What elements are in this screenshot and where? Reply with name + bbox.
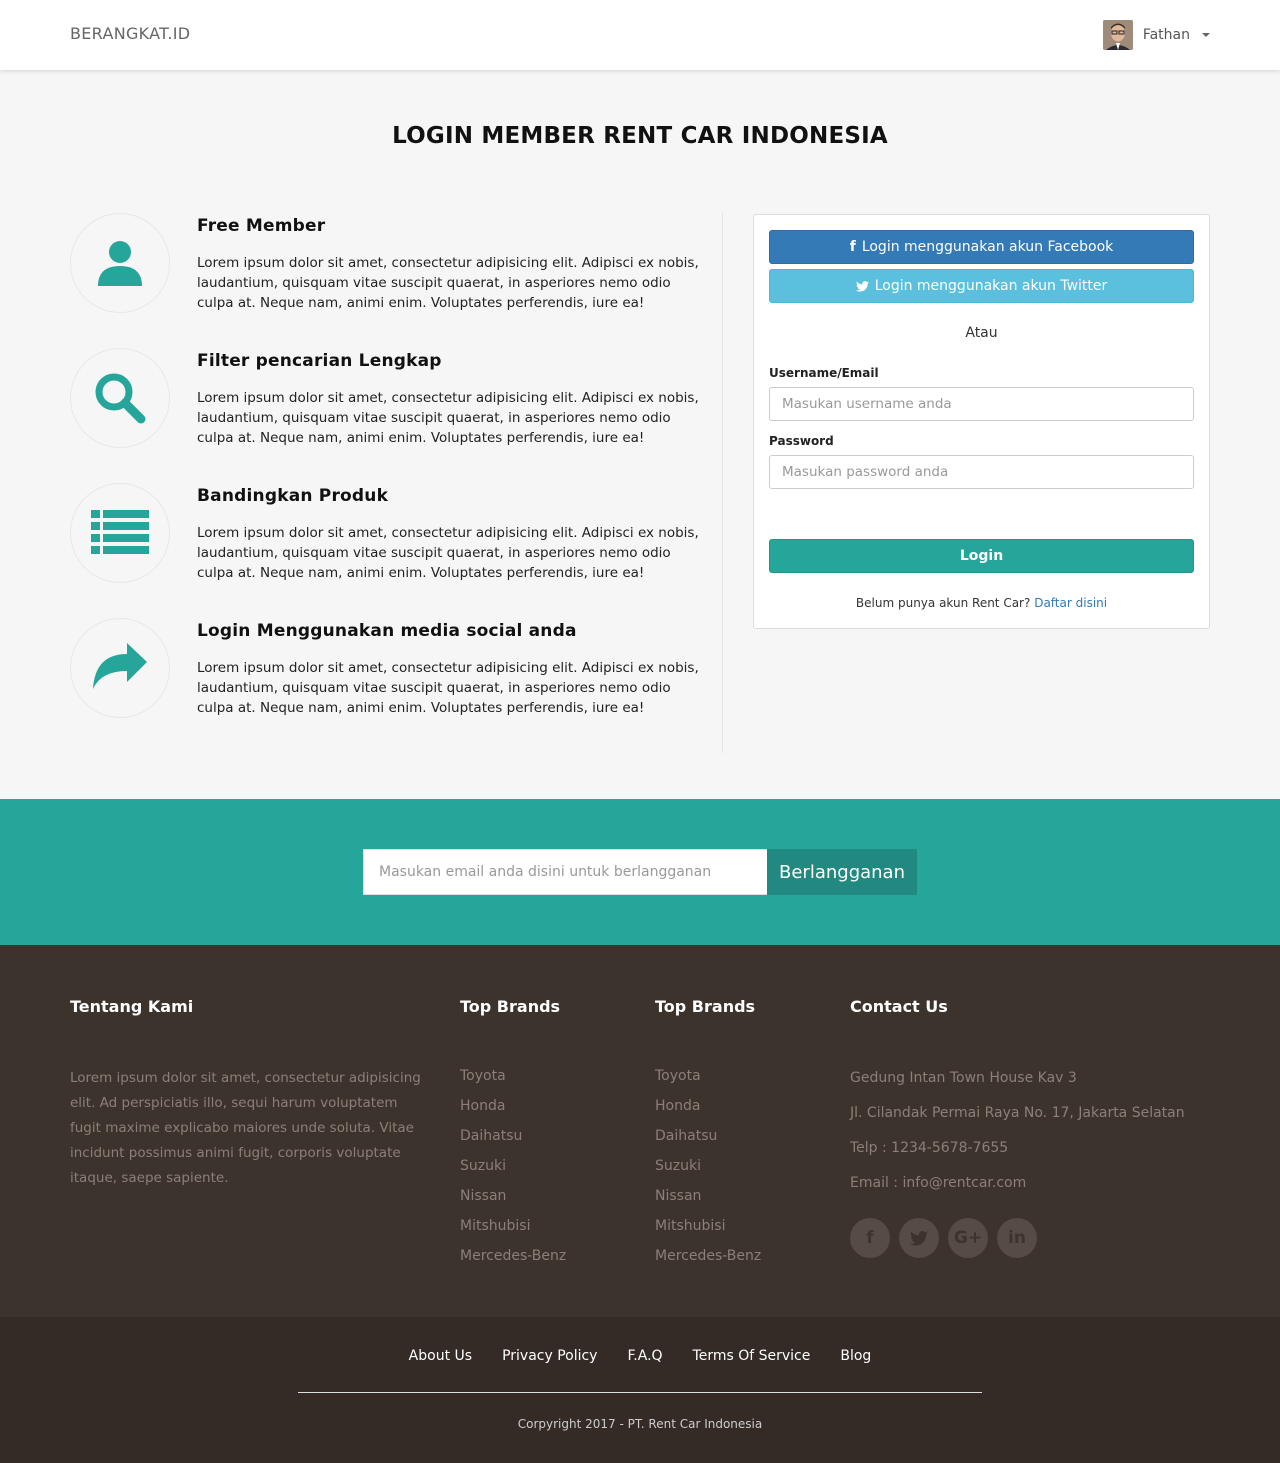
main-content: LOGIN MEMBER RENT CAR INDONESIA Free Mem… [0,70,1280,799]
footer-brands-title: Top Brands [460,997,561,1016]
brand-logo[interactable]: BERANGKAT.ID [70,24,190,43]
footer-brand-link[interactable]: Suzuki [460,1156,566,1186]
feature-text: Lorem ipsum dolor sit amet, consectetur … [197,660,699,716]
footer-brand-link[interactable]: Toyota [655,1066,761,1096]
facebook-icon: f [849,239,856,255]
terms-link[interactable]: Terms Of Service [693,1348,811,1364]
footer-brands-1: Top Brands Toyota Honda Daihatsu Suzuki … [460,997,566,1276]
contact-list: Gedung Intan Town House Kav 3 Jl. Ciland… [850,1068,1185,1208]
user-menu[interactable]: Fathan [1102,20,1210,50]
social-links: f G+ in [850,1218,1185,1258]
twitter-login-button[interactable]: Login menggunakan akun Twitter [769,269,1194,303]
password-input[interactable] [769,455,1194,489]
navbar: BERANGKAT.ID Fathan [0,0,1280,70]
footer-brand-link[interactable]: Daihatsu [460,1126,566,1156]
about-us-link[interactable]: About Us [409,1348,472,1364]
google-plus-icon[interactable]: G+ [948,1218,988,1258]
footer-brand-link[interactable]: Toyota [460,1066,566,1096]
footer-contact-title: Contact Us [850,997,948,1016]
subscribe-email-input[interactable] [363,849,768,895]
bottom-nav: About Us Privacy Policy F.A.Q Terms Of S… [0,1348,1280,1364]
blog-link[interactable]: Blog [840,1348,871,1364]
list-icon [91,510,149,554]
feature-text: Lorem ipsum dolor sit amet, consectetur … [197,255,699,311]
facebook-icon[interactable]: f [850,1218,890,1258]
login-button[interactable]: Login [769,539,1194,573]
feature-item: Filter pencarian Lengkap Lorem ipsum dol… [70,348,723,458]
feature-icon-circle [70,483,170,583]
footer-about-title: Tentang Kami [70,997,194,1016]
footer-brand-link[interactable]: Mitshubisi [655,1216,761,1246]
feature-text: Lorem ipsum dolor sit amet, consectetur … [197,525,699,581]
footer-brand-link[interactable]: Suzuki [655,1156,761,1186]
faq-link[interactable]: F.A.Q [627,1348,662,1364]
footer-about-text: Lorem ipsum dolor sit amet, consectetur … [70,1070,421,1186]
footer-brand-link[interactable]: Mercedes-Benz [460,1246,566,1276]
footer-about: Tentang Kami Lorem ipsum dolor sit amet,… [70,997,430,1191]
contact-street: Jl. Cilandak Permai Raya No. 17, Jakarta… [850,1105,1185,1121]
contact-email: Email : info@rentcar.com [850,1175,1027,1191]
privacy-policy-link[interactable]: Privacy Policy [502,1348,597,1364]
search-icon [95,373,146,424]
bottom-bar: About Us Privacy Policy F.A.Q Terms Of S… [0,1317,1280,1463]
footer-brands-2: Top Brands Toyota Honda Daihatsu Suzuki … [655,997,761,1276]
divider [298,1392,982,1393]
linkedin-icon[interactable]: in [997,1218,1037,1258]
username-label: Username/Email [769,366,879,380]
footer-brand-link[interactable]: Honda [460,1096,566,1126]
feature-text: Lorem ipsum dolor sit amet, consectetur … [197,390,699,446]
contact-phone: Telp : 1234-5678-7655 [850,1140,1009,1156]
feature-title: Bandingkan Produk [197,486,389,506]
feature-item: Bandingkan Produk Lorem ipsum dolor sit … [70,483,723,593]
user-name: Fathan [1142,27,1190,43]
facebook-login-label: Login menggunakan akun Facebook [861,239,1114,255]
chevron-down-icon [1202,33,1210,37]
twitter-login-label: Login menggunakan akun Twitter [874,278,1108,294]
footer-contact: Contact Us Gedung Intan Town House Kav 3… [850,997,1185,1258]
contact-address: Gedung Intan Town House Kav 3 [850,1070,1077,1086]
facebook-login-button[interactable]: f Login menggunakan akun Facebook [769,230,1194,264]
footer-brand-link[interactable]: Mercedes-Benz [655,1246,761,1276]
subscribe-section: Berlangganan [0,799,1280,945]
subscribe-button[interactable]: Berlangganan [767,849,917,895]
feature-icon-circle [70,348,170,448]
user-icon [98,241,142,286]
footer: Tentang Kami Lorem ipsum dolor sit amet,… [0,945,1280,1317]
feature-icon-circle [70,213,170,313]
avatar [1102,20,1133,50]
copyright: Corpyright 2017 - PT. Rent Car Indonesia [517,1417,763,1431]
footer-brand-link[interactable]: Mitshubisi [460,1216,566,1246]
signup-prompt: Belum punya akun Rent Car? Daftar disini [754,596,1209,610]
footer-brands-title: Top Brands [655,997,756,1016]
signup-link[interactable]: Daftar disini [1034,596,1107,610]
page-title: LOGIN MEMBER RENT CAR INDONESIA [392,123,888,149]
feature-item: Free Member Lorem ipsum dolor sit amet, … [70,213,723,323]
feature-title: Login Menggunakan media social anda [197,621,577,641]
feature-title: Free Member [197,216,326,236]
share-icon [93,643,147,689]
or-divider: Atau [965,325,998,341]
feature-title: Filter pencarian Lengkap [197,351,442,371]
password-label: Password [769,434,834,448]
username-input[interactable] [769,387,1194,421]
twitter-icon[interactable] [899,1218,939,1258]
feature-item: Login Menggunakan media social anda Lore… [70,618,723,728]
footer-brand-link[interactable]: Daihatsu [655,1126,761,1156]
twitter-icon [855,280,869,292]
footer-brand-link[interactable]: Nissan [655,1186,761,1216]
footer-brand-link[interactable]: Honda [655,1096,761,1126]
footer-brand-link[interactable]: Nissan [460,1186,566,1216]
login-panel: f Login menggunakan akun Facebook Login … [753,214,1210,629]
feature-icon-circle [70,618,170,718]
signup-text: Belum punya akun Rent Car? [855,596,1031,610]
features-list: Free Member Lorem ipsum dolor sit amet, … [70,213,723,753]
